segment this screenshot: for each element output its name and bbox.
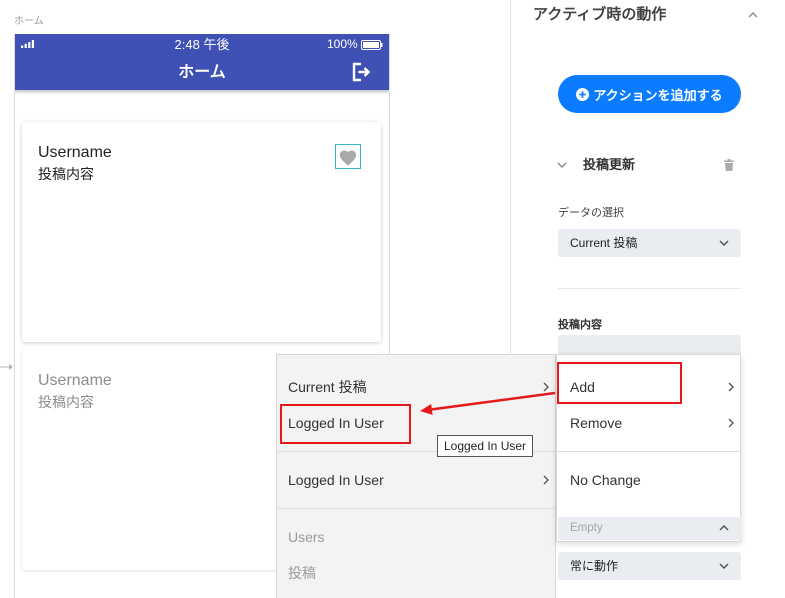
- tooltip: Logged In User: [437, 435, 533, 457]
- menu-item-label: Users: [288, 529, 325, 545]
- like-button[interactable]: [335, 144, 361, 169]
- menu-item-label: Current 投稿: [288, 379, 367, 395]
- menu-item-no-change[interactable]: No Change: [557, 462, 740, 498]
- menu-item-label: Logged In User: [288, 472, 384, 488]
- chevron-down-icon: [719, 240, 729, 246]
- data-select-label: データの選択: [558, 207, 624, 219]
- plus-circle-icon: [576, 87, 590, 101]
- data-select-dropdown[interactable]: Current 投稿: [558, 229, 741, 257]
- chevron-right-icon: [728, 418, 734, 428]
- data-source-menu: Current 投稿 Logged In User Logged In User…: [276, 354, 556, 598]
- logout-icon[interactable]: [351, 62, 371, 82]
- post-content: 投稿内容: [38, 166, 94, 182]
- chevron-right-icon: [543, 475, 549, 485]
- annotation-box-add: [557, 362, 682, 404]
- run-condition-value: 常に動作: [570, 559, 619, 573]
- menu-item-post[interactable]: 投稿: [277, 555, 555, 591]
- page-label: ホーム: [14, 16, 44, 27]
- run-condition-dropdown[interactable]: 常に動作: [558, 552, 741, 580]
- arrow-right-icon: [0, 363, 14, 371]
- chevron-right-icon: [728, 382, 734, 392]
- chevron-down-icon: [719, 563, 729, 569]
- list-value-select[interactable]: Empty: [558, 517, 741, 540]
- menu-item-users[interactable]: Users: [277, 519, 555, 555]
- section-title[interactable]: アクティブ時の動作: [533, 5, 666, 25]
- header-title: ホーム: [178, 64, 226, 81]
- chevron-up-icon: [719, 525, 729, 531]
- list-value-select-value: Empty: [570, 522, 603, 534]
- app-header[interactable]: ホーム: [15, 55, 389, 90]
- battery-icon: [361, 40, 383, 50]
- add-action-button[interactable]: アクションを追加する: [558, 75, 741, 113]
- add-action-label: アクションを追加する: [593, 87, 723, 103]
- status-bar: 2:48 午後 100%: [15, 34, 389, 55]
- post-card[interactable]: Username 投稿内容: [22, 122, 381, 342]
- menu-item-logged-in-user-submenu[interactable]: Logged In User: [277, 462, 555, 498]
- chevron-up-icon[interactable]: [748, 12, 758, 18]
- chevron-right-icon: [543, 382, 549, 392]
- annotation-box-logged-in-user: [280, 404, 411, 444]
- menu-divider: [557, 451, 740, 452]
- post-content: 投稿内容: [38, 394, 94, 410]
- divider: [558, 288, 741, 289]
- heart-icon: [339, 149, 357, 166]
- data-select-value: Current 投稿: [570, 236, 638, 250]
- battery-percentage: 100%: [327, 37, 358, 51]
- field-label: 投稿内容: [558, 319, 602, 331]
- menu-divider: [277, 508, 555, 509]
- action-title[interactable]: 投稿更新: [583, 156, 635, 174]
- chevron-down-icon[interactable]: [557, 162, 567, 168]
- menu-item-remove[interactable]: Remove: [557, 405, 740, 441]
- menu-item-label: Remove: [570, 415, 623, 431]
- menu-item-label: No Change: [570, 472, 641, 488]
- post-username: Username: [38, 144, 112, 161]
- post-username: Username: [38, 372, 112, 389]
- menu-item-current-post[interactable]: Current 投稿: [277, 369, 555, 405]
- trash-icon[interactable]: [724, 159, 734, 171]
- menu-item-label: 投稿: [288, 565, 316, 581]
